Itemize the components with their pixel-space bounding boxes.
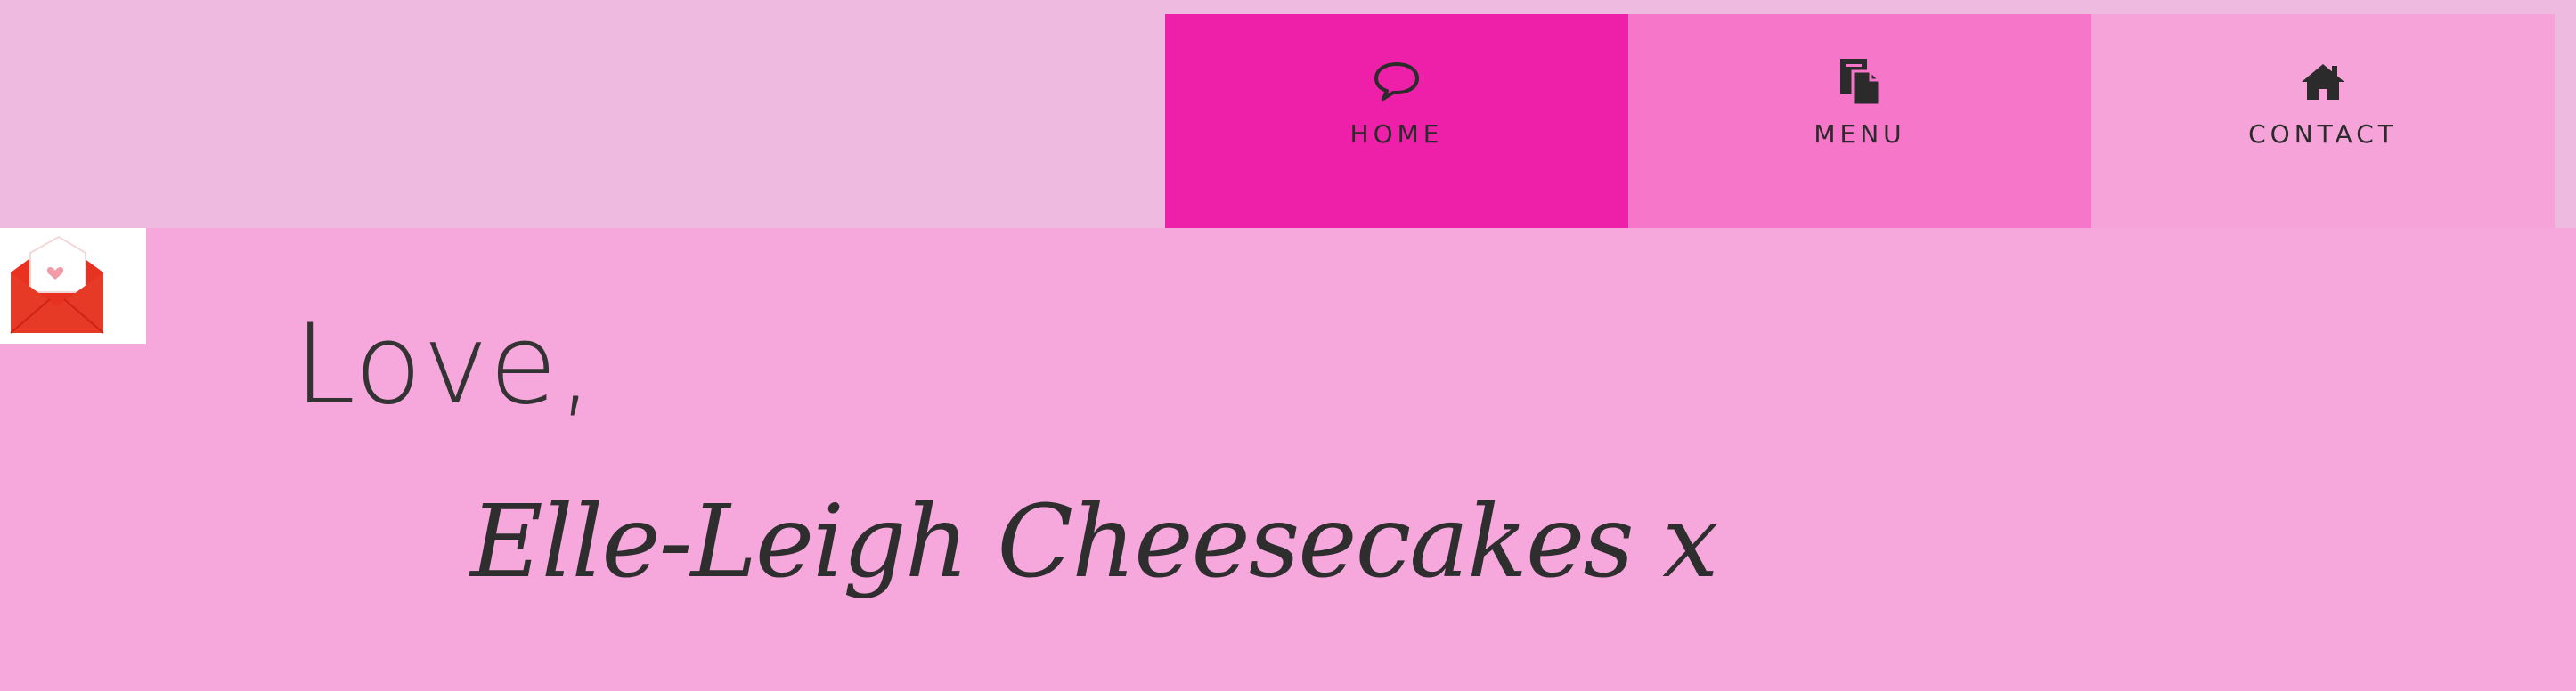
nav-label-contact: CONTACT (2248, 119, 2398, 149)
greeting-text: Love, (294, 301, 594, 429)
love-letter-envelope-icon (0, 228, 146, 344)
house-icon (2302, 64, 2344, 100)
nav-label-home: HOME (1349, 119, 1444, 149)
nav-item-menu[interactable]: MENU (1628, 14, 2091, 228)
main-content (0, 228, 2576, 691)
documents-icon (1840, 59, 1881, 107)
nav-item-home[interactable]: HOME (1165, 14, 1628, 228)
main-nav: HOME MENU CONTACT (1165, 14, 2555, 228)
speech-bubble-icon (1374, 62, 1419, 101)
signature-text: Elle-Leigh Cheesecakes x (470, 484, 1718, 600)
nav-label-menu: MENU (1814, 119, 1906, 149)
nav-item-contact[interactable]: CONTACT (2091, 14, 2555, 228)
page: HOME MENU CONTACT Love, Elle-Leigh Chees… (0, 0, 2576, 691)
